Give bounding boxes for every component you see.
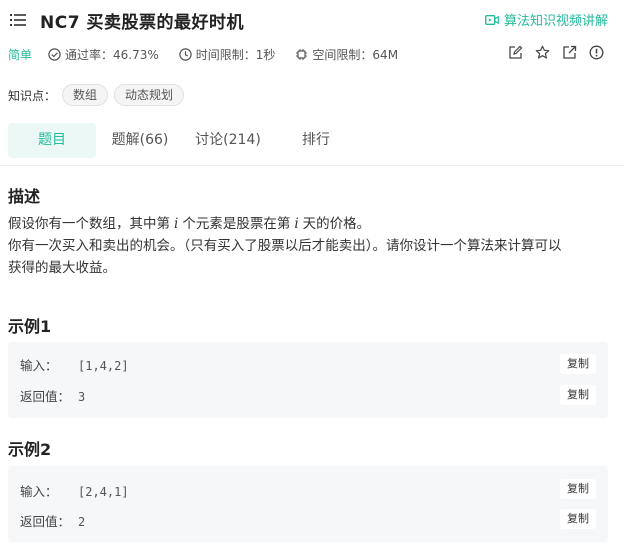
description-line-2: 你有一次买入和卖出的机会。（只有买入了股票以后才能卖出）。请你设计一个算法来计算…	[8, 238, 562, 254]
memory-limit-text: 空间限制：64M	[312, 47, 399, 62]
tab-solutions[interactable]: 题解(66)	[96, 123, 184, 158]
math-variable: i	[294, 216, 299, 232]
output-label: 返回值：	[20, 389, 71, 404]
problem-description: 假设你有一个数组，其中第 i 个元素是股票在第 i 天的价格。 你有一次买入和卖出的机会…	[8, 213, 608, 279]
time-limit-text: 时间限制：1秒	[195, 47, 276, 62]
tags-label: 知识点：	[8, 88, 57, 103]
input-label: 输入：	[20, 358, 58, 373]
video-icon	[484, 14, 499, 25]
output-label: 返回值：	[20, 514, 71, 529]
star-icon[interactable]	[535, 45, 550, 60]
problem-meta: 简单 通过率：46.73% 时间限制：1秒 空间限制：64M	[8, 44, 418, 64]
tag-dynamic-programming[interactable]: 动态规划	[114, 84, 185, 106]
difficulty-badge: 简单	[8, 47, 33, 62]
example-2-box: 输入： [2,4,1] 复制 返回值： 2 复制	[8, 466, 608, 542]
output-value: 2	[78, 515, 86, 529]
example-input-row: 输入： [1,4,2]	[20, 355, 129, 374]
description-text: 假设你有一个数组，其中第	[8, 216, 170, 232]
copy-output-button[interactable]: 复制	[560, 509, 596, 529]
example-2-heading: 示例2	[8, 440, 52, 459]
pass-rate: 通过率：46.73%	[48, 46, 159, 63]
example-output-row: 返回值： 2	[20, 511, 85, 530]
example-1-heading: 示例1	[8, 317, 52, 336]
description-heading: 描述	[8, 187, 41, 206]
problem-actions	[508, 45, 604, 60]
video-explanation-link[interactable]: 算法知识视频讲解	[484, 10, 608, 29]
check-circle-icon	[48, 47, 61, 61]
list-menu-icon[interactable]	[10, 12, 26, 26]
problem-tabs: 题目 题解(66) 讨论(214) 排行	[8, 123, 624, 159]
example-1-box: 输入： [1,4,2] 复制 返回值： 3 复制	[8, 342, 608, 418]
description-text: 天的价格。	[302, 216, 371, 232]
tabs-divider	[0, 165, 624, 166]
edit-icon[interactable]	[508, 45, 523, 60]
tab-ranking[interactable]: 排行	[272, 123, 360, 158]
example-output-row: 返回值： 3	[20, 386, 85, 405]
tag-array[interactable]: 数组	[62, 84, 109, 106]
chip-icon	[296, 48, 308, 60]
knowledge-tags: 知识点： 数组 动态规划	[8, 84, 185, 106]
math-variable: i	[174, 216, 179, 232]
video-link-label: 算法知识视频讲解	[503, 14, 608, 29]
tab-discussion[interactable]: 讨论(214)	[184, 123, 272, 158]
input-value: [1,4,2]	[78, 359, 129, 373]
copy-output-button[interactable]: 复制	[560, 385, 596, 405]
clock-icon	[179, 47, 192, 61]
description-line-3: 获得的最大收益。	[8, 260, 116, 276]
problem-title: NC7 买卖股票的最好时机	[40, 13, 244, 33]
copy-input-button[interactable]: 复制	[560, 479, 596, 499]
output-value: 3	[78, 390, 86, 404]
report-icon[interactable]	[589, 45, 604, 60]
tab-problem[interactable]: 题目	[8, 123, 96, 158]
problem-header: NC7 买卖股票的最好时机 算法知识视频讲解	[0, 0, 624, 40]
time-limit: 时间限制：1秒	[179, 46, 276, 63]
copy-input-button[interactable]: 复制	[560, 354, 596, 374]
pass-rate-text: 通过率：46.73%	[65, 47, 159, 62]
example-input-row: 输入： [2,4,1]	[20, 481, 129, 500]
share-icon[interactable]	[562, 45, 577, 60]
input-value: [2,4,1]	[78, 485, 129, 499]
memory-limit: 空间限制：64M	[295, 46, 398, 63]
description-text: 个元素是股票在第	[182, 216, 291, 232]
description-line-1: 假设你有一个数组，其中第 i 个元素是股票在第 i 天的价格。	[8, 213, 608, 235]
input-label: 输入：	[20, 484, 58, 499]
